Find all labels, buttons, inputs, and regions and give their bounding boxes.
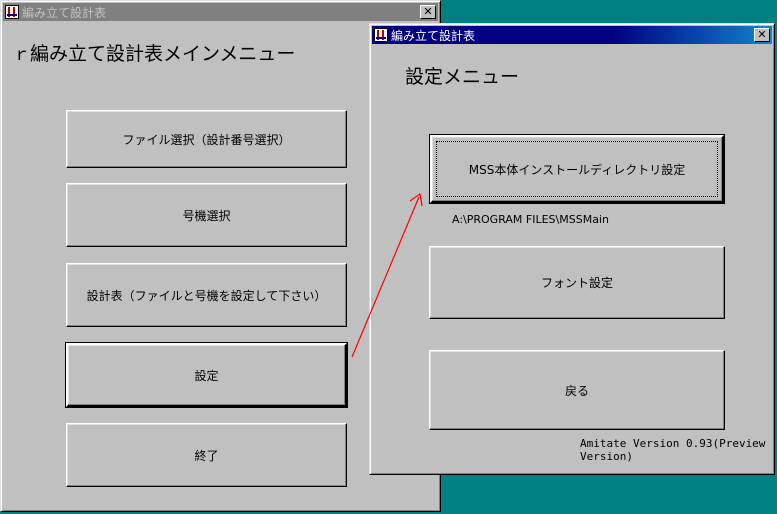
main-menu-heading-text: 編み立て設計表メインメニュー xyxy=(30,43,296,65)
version-text: Amitate Version 0.93(Preview Version) xyxy=(580,437,766,463)
machine-select-button[interactable]: 号機選択 xyxy=(66,183,347,247)
settings-menu-heading: 設定メニュー xyxy=(405,66,520,88)
back-button[interactable]: 戻る xyxy=(429,350,725,430)
settings-button[interactable]: 設定 xyxy=(65,342,348,408)
install-dir-label: MSS本体インストールディレクトリ設定 xyxy=(468,162,686,177)
exit-label: 終了 xyxy=(194,448,219,463)
back-label: 戻る xyxy=(564,383,589,398)
exit-button[interactable]: 終了 xyxy=(66,423,347,487)
main-menu-heading: ｒ編み立て設計表メインメニュー xyxy=(13,39,295,66)
font-settings-button[interactable]: フォント設定 xyxy=(429,246,725,319)
design-table-button[interactable]: 設計表（ファイルと号機を設定して下さい） xyxy=(66,263,347,327)
app-icon xyxy=(5,5,19,19)
file-select-label: ファイル選択（設計番号選択） xyxy=(122,132,291,147)
heading-bracket-icon: ｒ xyxy=(13,45,30,65)
settings-window-title: 編み立て設計表 xyxy=(391,28,476,43)
install-path-text: A:\PROGRAM FILES\MSSMain xyxy=(452,213,609,226)
design-table-label: 設計表（ファイルと号機を設定して下さい） xyxy=(86,288,327,303)
main-window-title: 編み立て設計表 xyxy=(22,5,107,20)
machine-select-label: 号機選択 xyxy=(182,208,231,223)
file-select-button[interactable]: ファイル選択（設計番号選択） xyxy=(66,110,347,168)
app-icon xyxy=(374,28,388,42)
font-settings-label: フォント設定 xyxy=(540,276,613,290)
settings-label: 設定 xyxy=(194,368,219,383)
settings-window-titlebar[interactable]: 編み立て設計表 ✕ xyxy=(372,26,772,44)
main-window-titlebar[interactable]: 編み立て設計表 ✕ xyxy=(3,3,438,21)
close-button[interactable]: ✕ xyxy=(420,5,436,19)
settings-window: 編み立て設計表 ✕ 設定メニュー MSS本体インストールディレクトリ設定 A:\… xyxy=(369,23,775,475)
close-button[interactable]: ✕ xyxy=(754,28,770,42)
install-dir-button[interactable]: MSS本体インストールディレクトリ設定 xyxy=(429,134,725,204)
